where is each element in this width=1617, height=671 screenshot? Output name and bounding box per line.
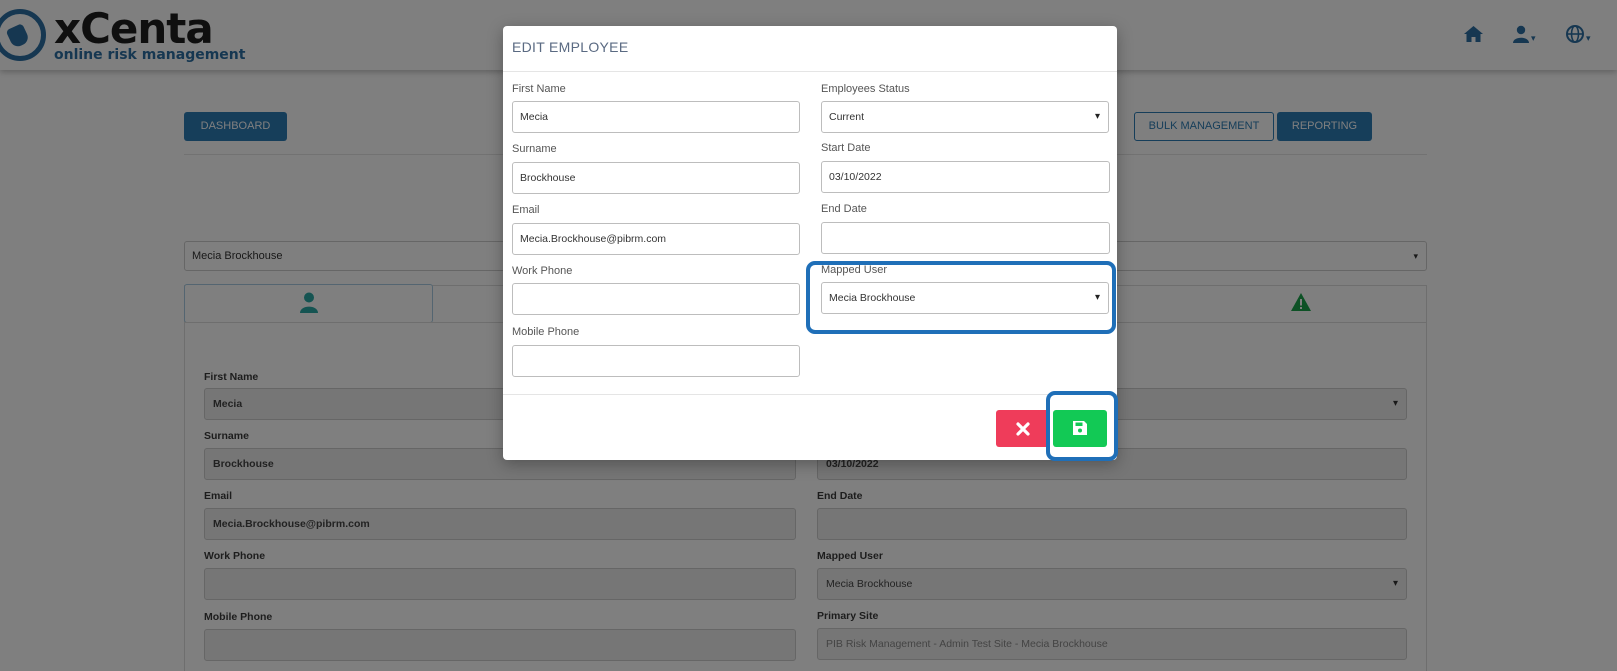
mobile-phone-label: Mobile Phone [512, 326, 580, 338]
cancel-button[interactable] [996, 410, 1049, 447]
first-name-input[interactable]: Mecia [512, 101, 800, 133]
work-phone-input[interactable] [512, 283, 800, 315]
end-date-input[interactable] [821, 222, 1110, 254]
chevron-down-icon: ▾ [1094, 111, 1100, 122]
end-date-label: End Date [821, 203, 867, 215]
modal-title: EDIT EMPLOYEE [512, 39, 629, 55]
employees-status-value: Current [829, 111, 865, 123]
edit-employee-modal: EDIT EMPLOYEE First Name Mecia Surname B… [503, 26, 1117, 460]
mapped-user-highlight [806, 261, 1116, 334]
surname-label: Surname [512, 143, 557, 155]
modal-header-divider [503, 71, 1117, 72]
modal-footer-divider [503, 394, 1117, 395]
employees-status-label: Employees Status [821, 83, 910, 95]
email-label: Email [512, 204, 540, 216]
email-input[interactable]: Mecia.Brockhouse@pibrm.com [512, 223, 800, 255]
close-icon [1015, 422, 1030, 436]
start-date-input[interactable]: 03/10/2022 [821, 161, 1110, 193]
save-button-highlight [1046, 391, 1118, 461]
work-phone-label: Work Phone [512, 265, 573, 277]
first-name-label: First Name [512, 83, 566, 95]
mobile-phone-input[interactable] [512, 345, 800, 377]
surname-input[interactable]: Brockhouse [512, 162, 800, 194]
employees-status-select[interactable]: Current ▾ [821, 101, 1109, 133]
start-date-label: Start Date [821, 142, 871, 154]
